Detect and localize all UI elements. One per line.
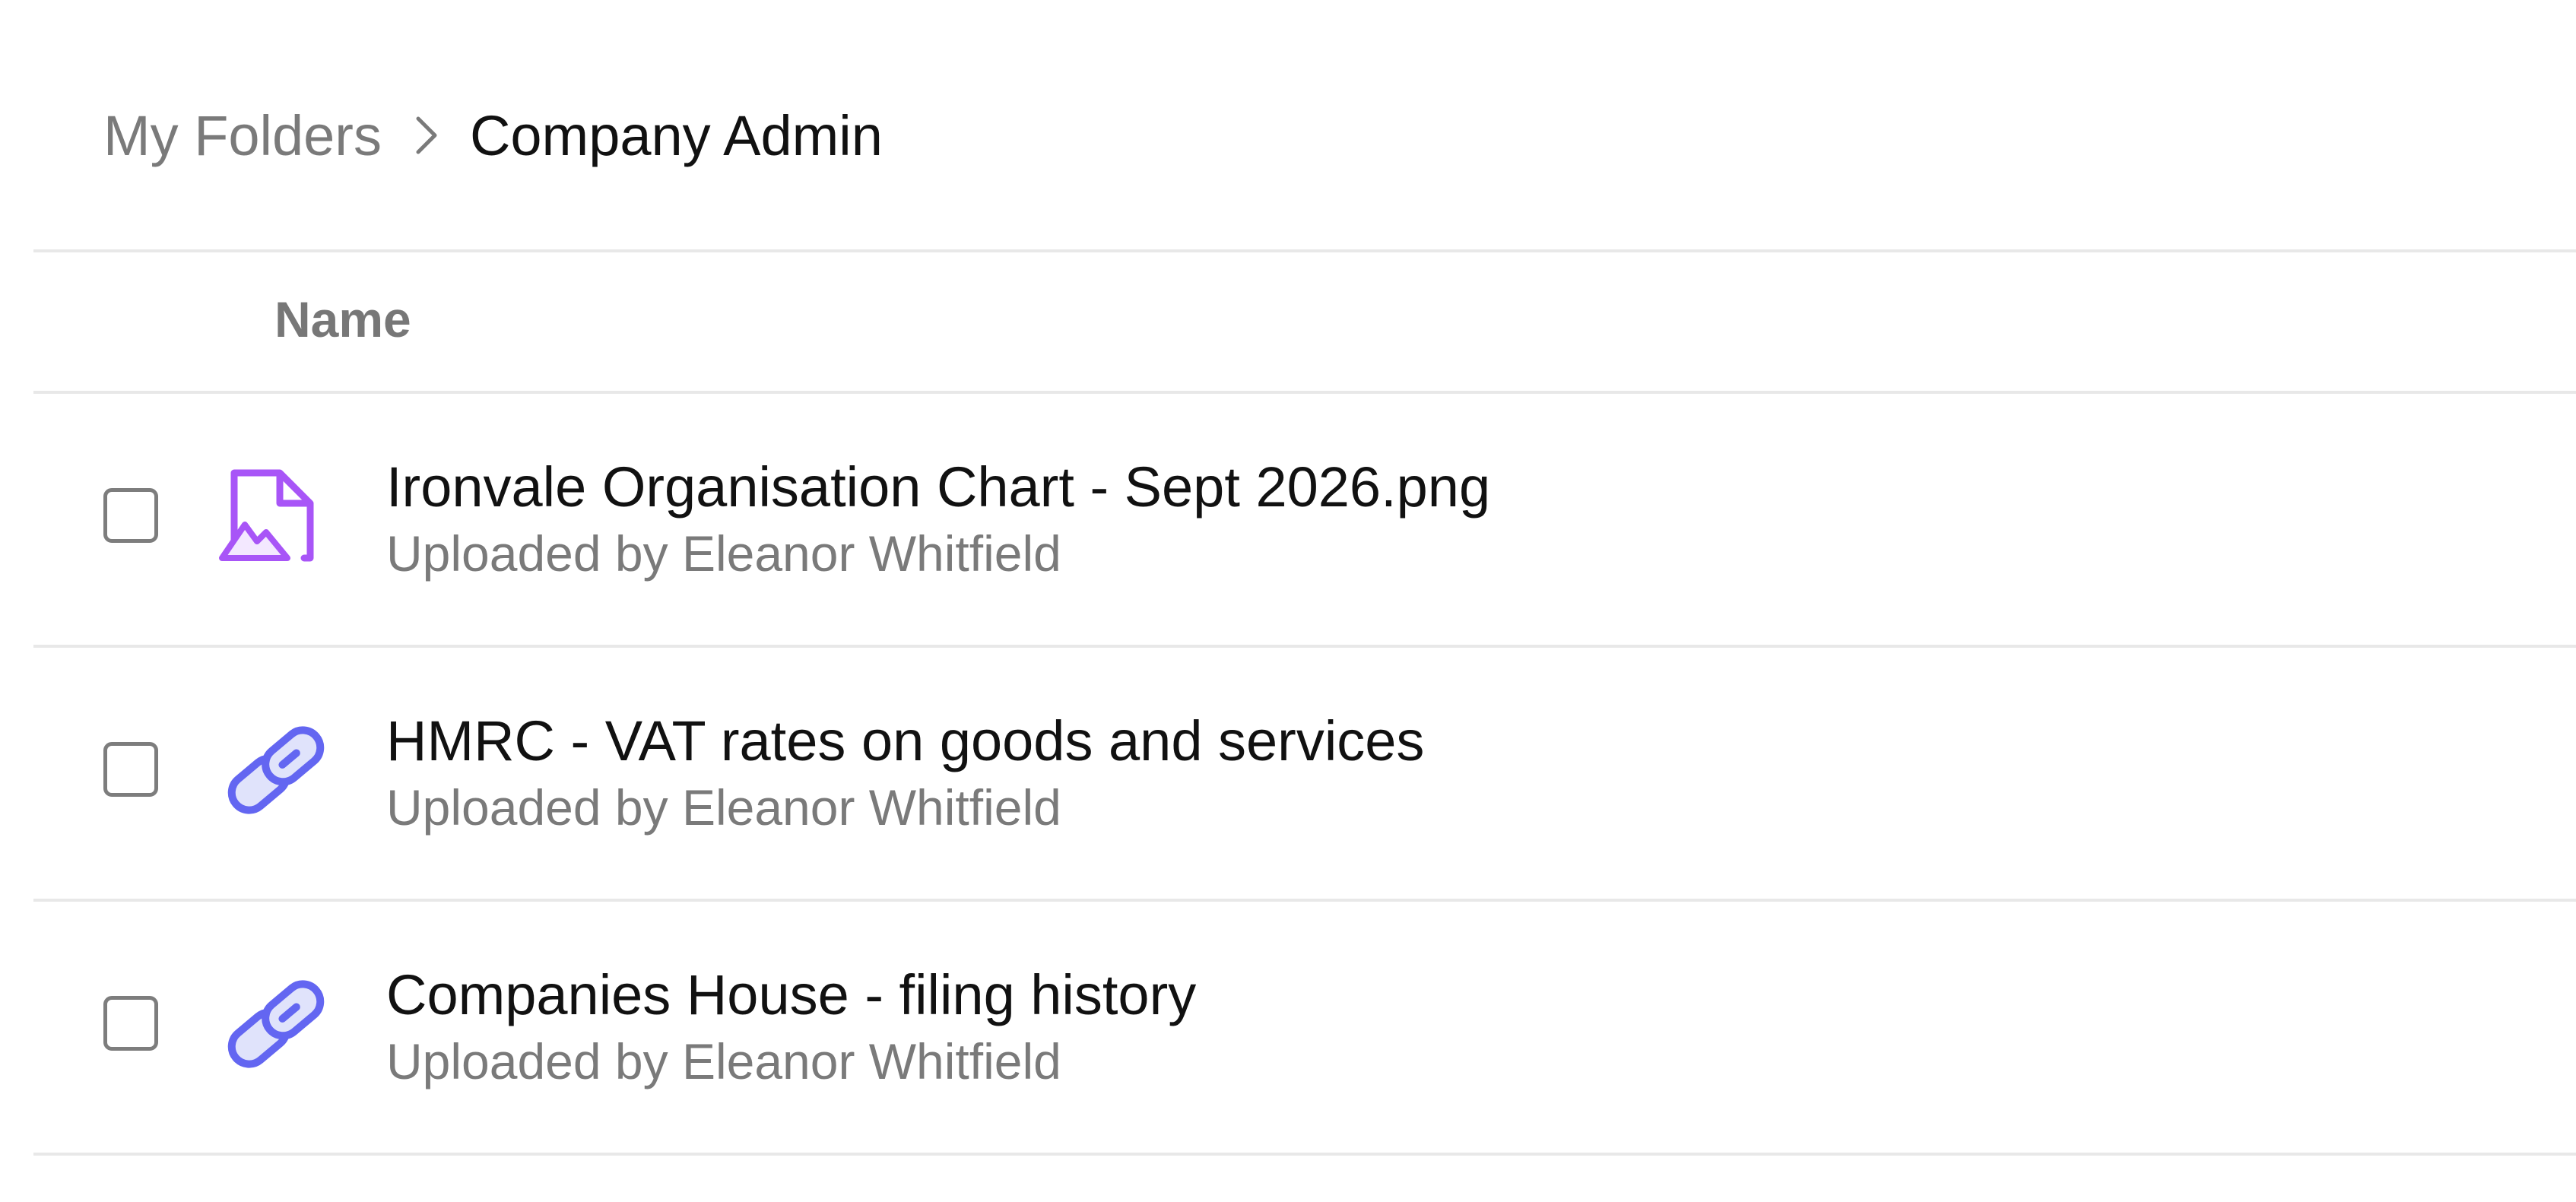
file-name[interactable]: Companies House - filing history (386, 963, 1196, 1027)
table-row[interactable]: HMRC - VAT rates on goods and services U… (33, 648, 2576, 899)
chevron-right-icon (382, 97, 470, 173)
file-uploader: Uploaded by Eleanor Whitfield (386, 525, 1061, 582)
file-uploader: Uploaded by Eleanor Whitfield (386, 1033, 1061, 1089)
file-uploader: Uploaded by Eleanor Whitfield (386, 779, 1061, 836)
table-row[interactable]: Ironvale Organisation Chart - Sept 2026.… (33, 394, 2576, 645)
table-row[interactable]: Companies House - filing history Uploade… (33, 902, 2576, 1153)
image-file-icon (219, 464, 333, 578)
divider (33, 249, 2576, 252)
breadcrumb-current: Company Admin (469, 103, 883, 167)
file-name[interactable]: HMRC - VAT rates on goods and services (386, 709, 1424, 773)
row-checkbox[interactable] (103, 488, 158, 543)
breadcrumb: My Folders Company Admin (103, 97, 883, 173)
row-checkbox[interactable] (103, 996, 158, 1051)
column-header-name[interactable]: Name (274, 281, 411, 357)
file-name[interactable]: Ironvale Organisation Chart - Sept 2026.… (386, 455, 1490, 519)
divider (33, 1153, 2576, 1156)
link-icon (219, 713, 333, 827)
row-checkbox[interactable] (103, 742, 158, 797)
link-icon (219, 967, 333, 1081)
breadcrumb-parent-link[interactable]: My Folders (103, 103, 382, 168)
